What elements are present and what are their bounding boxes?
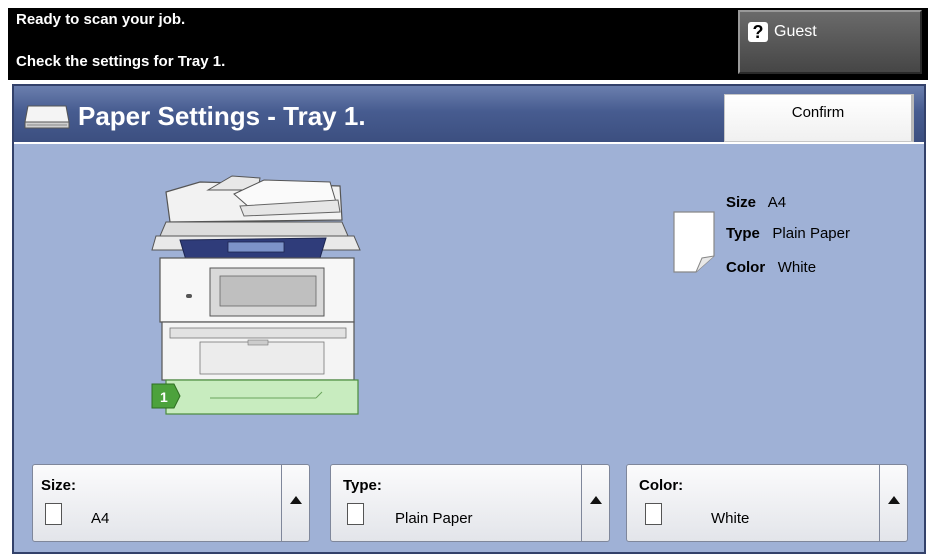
tray-number-badge: 1	[160, 389, 168, 405]
paper-settings-panel: Paper Settings - Tray 1. Confirm 1 Size …	[12, 84, 926, 554]
type-selector-value: Plain Paper	[395, 510, 473, 527]
page-title: Paper Settings - Tray 1.	[78, 101, 366, 131]
color-swatch	[645, 503, 662, 525]
info-type-value: Plain Paper	[772, 225, 850, 242]
arrow-up-icon	[290, 496, 302, 504]
color-selector[interactable]: Color: White	[626, 464, 908, 542]
info-color-value: White	[777, 259, 817, 276]
info-color-key: Color	[726, 259, 766, 276]
status-message-secondary: Check the settings for Tray 1.	[16, 53, 226, 70]
arrow-up-icon	[590, 496, 602, 504]
confirm-button[interactable]: Confirm	[724, 94, 914, 142]
question-icon: ?	[748, 22, 768, 42]
color-selector-value: White	[711, 510, 750, 527]
confirm-button-label: Confirm	[791, 104, 845, 121]
paper-tray-icon	[24, 105, 70, 129]
color-selector-arrow-button[interactable]	[879, 465, 907, 541]
info-type: Type Plain Paper	[726, 225, 850, 242]
guest-user-button[interactable]: ? Guest	[738, 10, 922, 74]
info-type-key: Type	[726, 225, 760, 242]
paper-sheet-icon	[673, 211, 715, 273]
info-size: Size A4	[726, 194, 786, 211]
status-message-primary: Ready to scan your job.	[16, 11, 186, 28]
multifunction-printer-illustration: 1	[151, 175, 361, 415]
type-selector-label: Type:	[343, 477, 382, 494]
type-selector[interactable]: Type: Plain Paper	[330, 464, 610, 542]
info-size-value: A4	[767, 194, 787, 211]
size-selector[interactable]: Size: A4	[32, 464, 310, 542]
info-color: Color White	[726, 259, 816, 276]
status-bar: Ready to scan your job. Check the settin…	[8, 8, 928, 80]
size-selector-label: Size:	[41, 477, 77, 494]
title-bar: Paper Settings - Tray 1. Confirm	[14, 86, 924, 144]
size-selector-value: A4	[91, 510, 110, 527]
type-swatch	[347, 503, 364, 525]
size-swatch	[45, 503, 62, 525]
info-size-key: Size	[726, 194, 757, 211]
color-selector-label: Color:	[639, 477, 684, 494]
arrow-up-icon	[888, 496, 900, 504]
type-selector-arrow-button[interactable]	[581, 465, 609, 541]
size-selector-arrow-button[interactable]	[281, 465, 309, 541]
guest-label: Guest	[774, 23, 817, 40]
